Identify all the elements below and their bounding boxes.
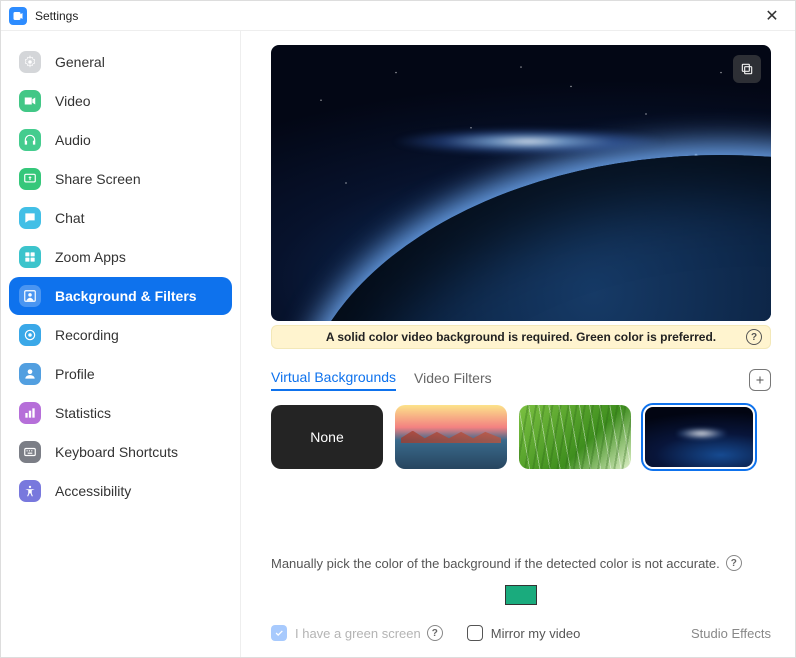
sidebar-item-video[interactable]: Video xyxy=(9,82,232,120)
title-bar: Settings ✕ xyxy=(1,1,795,31)
accessibility-icon xyxy=(19,480,41,502)
sidebar-item-label: Video xyxy=(55,93,91,109)
statistics-icon xyxy=(19,402,41,424)
sidebar-item-label: Keyboard Shortcuts xyxy=(55,444,178,460)
sidebar-item-label: Share Screen xyxy=(55,171,141,187)
video-preview xyxy=(271,45,771,321)
sidebar-item-accessibility[interactable]: Accessibility xyxy=(9,472,232,510)
video-icon xyxy=(19,90,41,112)
record-icon xyxy=(19,324,41,346)
sidebar-item-background-filters[interactable]: Background & Filters xyxy=(9,277,232,315)
sidebar-item-zoom-apps[interactable]: Zoom Apps xyxy=(9,238,232,276)
background-color-swatch[interactable] xyxy=(505,585,537,605)
window-title: Settings xyxy=(35,9,78,23)
sidebar-item-label: Zoom Apps xyxy=(55,249,126,265)
help-icon[interactable]: ? xyxy=(746,329,762,345)
background-option-none[interactable]: None xyxy=(271,405,383,469)
sidebar-item-profile[interactable]: Profile xyxy=(9,355,232,393)
sidebar: General Video Audio Share Screen Chat Zo… xyxy=(1,31,241,657)
sidebar-item-label: Profile xyxy=(55,366,95,382)
apps-icon xyxy=(19,246,41,268)
add-background-button[interactable] xyxy=(749,369,771,391)
expand-preview-button[interactable] xyxy=(733,55,761,83)
sidebar-item-chat[interactable]: Chat xyxy=(9,199,232,237)
sidebar-item-general[interactable]: General xyxy=(9,43,232,81)
help-icon[interactable]: ? xyxy=(726,555,742,571)
tab-virtual-backgrounds[interactable]: Virtual Backgrounds xyxy=(271,369,396,391)
chat-icon xyxy=(19,207,41,229)
sidebar-item-label: Recording xyxy=(55,327,119,343)
studio-effects-link[interactable]: Studio Effects xyxy=(691,626,771,641)
sidebar-item-label: General xyxy=(55,54,105,70)
mirror-video-label: Mirror my video xyxy=(491,626,581,641)
sidebar-item-share-screen[interactable]: Share Screen xyxy=(9,160,232,198)
sidebar-item-label: Background & Filters xyxy=(55,288,197,304)
background-icon xyxy=(19,285,41,307)
mirror-video-checkbox[interactable] xyxy=(467,625,483,641)
sidebar-item-label: Chat xyxy=(55,210,85,226)
notice-banner: A solid color video background is requir… xyxy=(271,325,771,349)
green-screen-label: I have a green screen xyxy=(295,626,421,641)
sidebar-item-statistics[interactable]: Statistics xyxy=(9,394,232,432)
keyboard-icon xyxy=(19,441,41,463)
background-thumbnails: None xyxy=(271,405,771,469)
background-option-earth[interactable] xyxy=(643,405,755,469)
background-option-grass[interactable] xyxy=(519,405,631,469)
manual-pick-label: Manually pick the color of the backgroun… xyxy=(271,556,720,571)
sidebar-item-audio[interactable]: Audio xyxy=(9,121,232,159)
notice-text: A solid color video background is requir… xyxy=(326,330,716,344)
share-screen-icon xyxy=(19,168,41,190)
green-screen-checkbox[interactable] xyxy=(271,625,287,641)
help-icon[interactable]: ? xyxy=(427,625,443,641)
sidebar-item-recording[interactable]: Recording xyxy=(9,316,232,354)
background-option-bridge[interactable] xyxy=(395,405,507,469)
main-content: A solid color video background is requir… xyxy=(241,31,795,657)
headphones-icon xyxy=(19,129,41,151)
close-button[interactable]: ✕ xyxy=(757,1,787,31)
profile-icon xyxy=(19,363,41,385)
tab-video-filters[interactable]: Video Filters xyxy=(414,370,492,390)
gear-icon xyxy=(19,51,41,73)
zoom-app-icon xyxy=(9,7,27,25)
sidebar-item-keyboard-shortcuts[interactable]: Keyboard Shortcuts xyxy=(9,433,232,471)
sidebar-item-label: Audio xyxy=(55,132,91,148)
sidebar-item-label: Statistics xyxy=(55,405,111,421)
sidebar-item-label: Accessibility xyxy=(55,483,131,499)
